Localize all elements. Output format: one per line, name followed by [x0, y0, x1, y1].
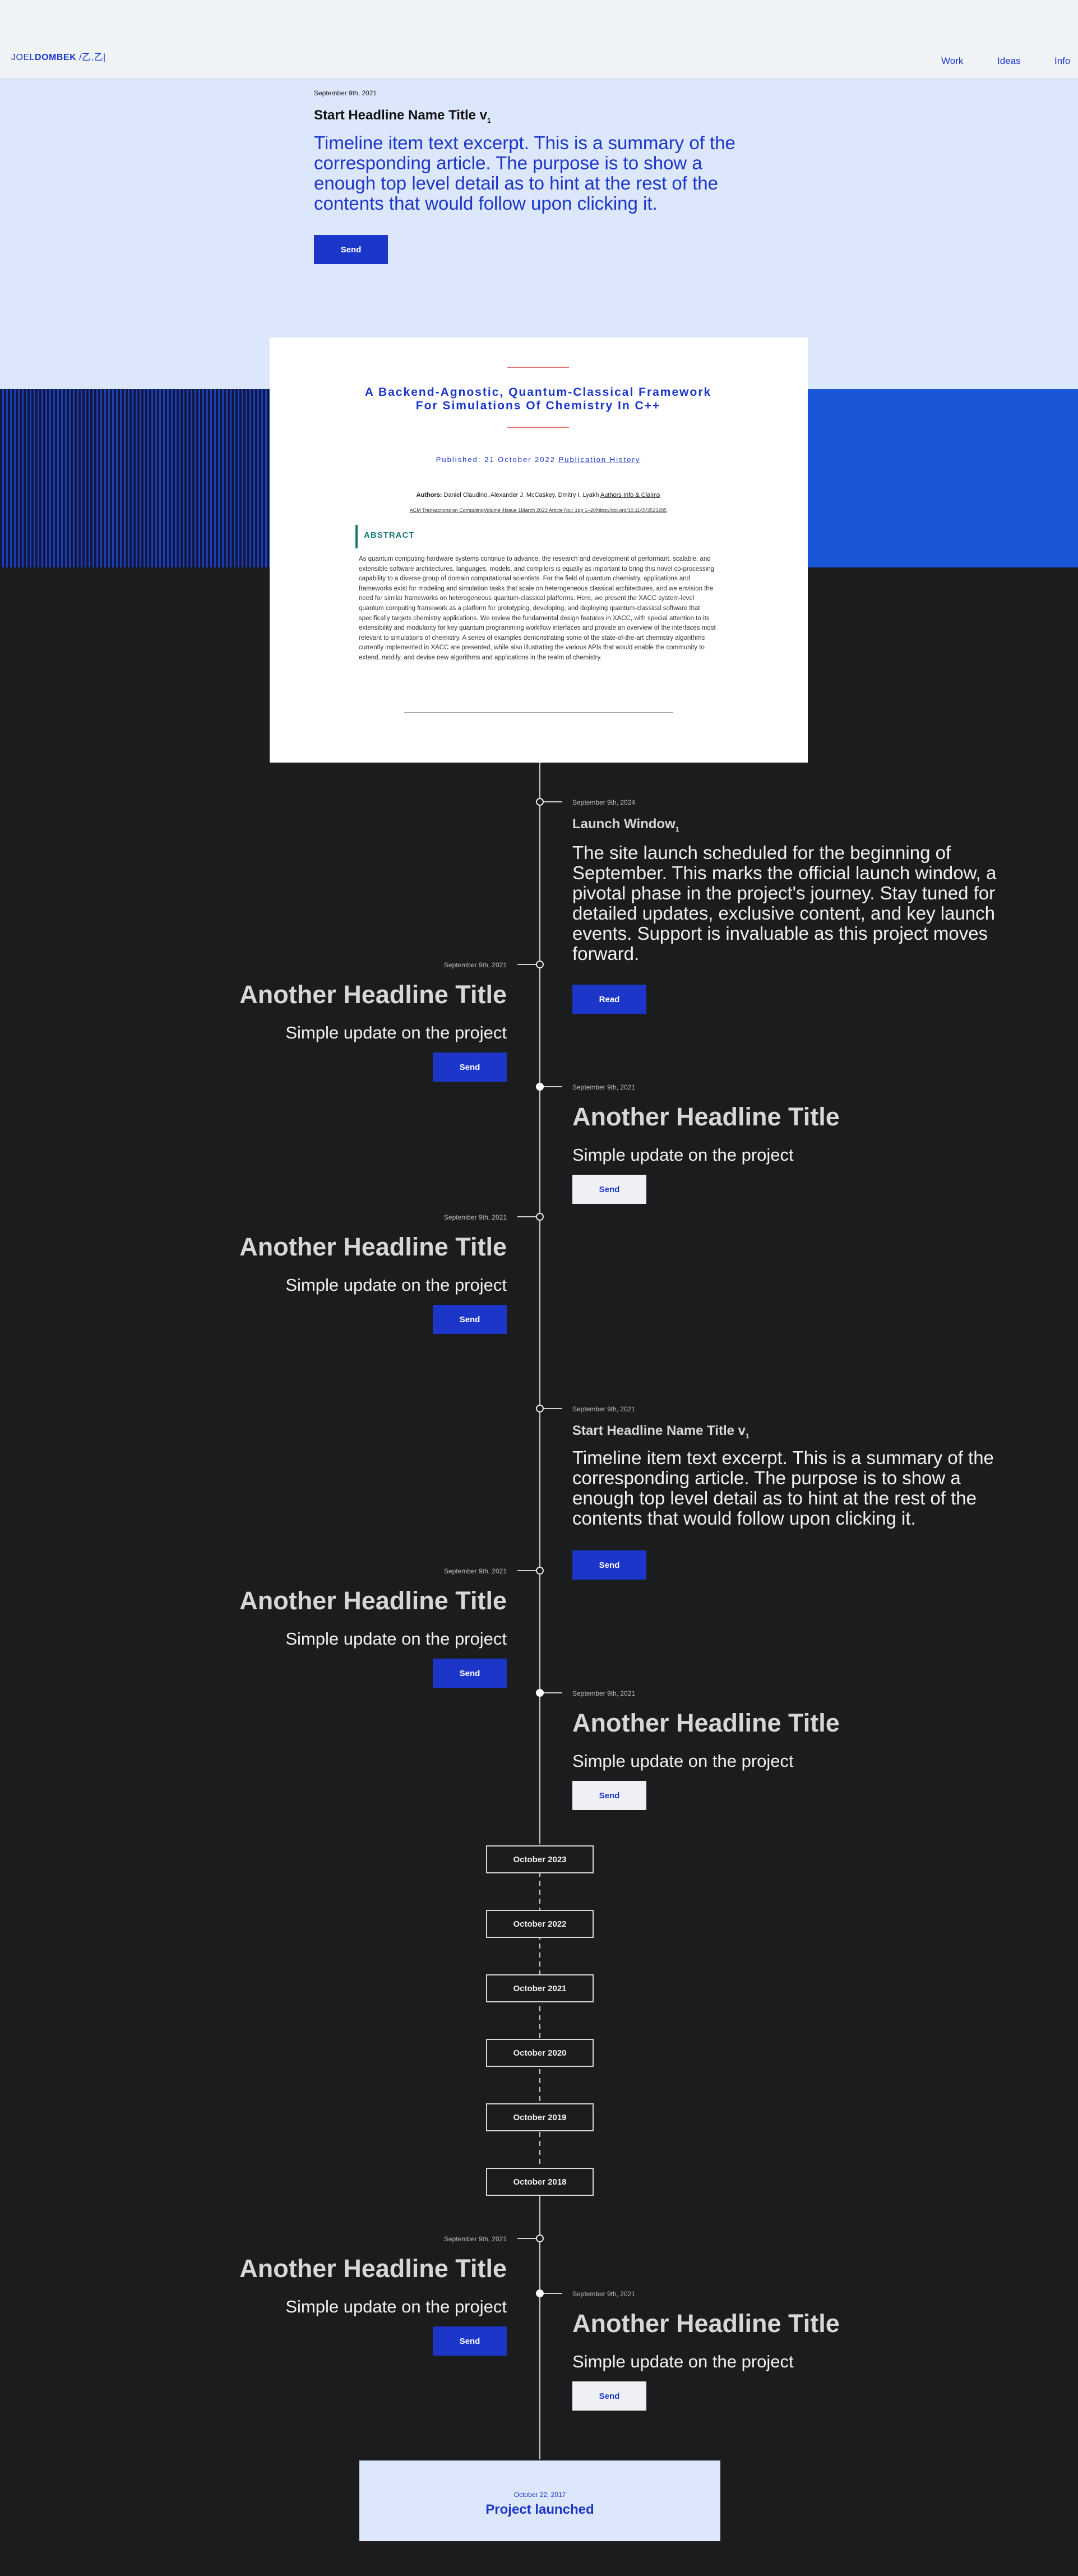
paper-title-rule: [507, 427, 569, 428]
timeline-node: [536, 1083, 544, 1091]
doi-link[interactable]: https://doi.org/10.1145/3523285: [596, 507, 667, 513]
abstract-accent-bar: [355, 525, 358, 548]
item-send-button[interactable]: Send: [572, 2381, 646, 2411]
item-date: September 9th, 2021: [572, 2290, 636, 2298]
timeline-node: [536, 1689, 544, 1697]
intro-date: September 9th, 2021: [314, 89, 377, 97]
item-headline: Another Headline Title: [572, 2309, 840, 2338]
timeline-node: [536, 1213, 544, 1221]
item-send-button[interactable]: Send: [572, 1175, 646, 1204]
launch-title: Launch Window1: [572, 816, 679, 833]
item-date: September 9th, 2021: [443, 1213, 507, 1221]
site-logo[interactable]: JOELDOMBEK /乙,乙|: [11, 49, 106, 63]
item-headline: Another Headline Title: [239, 1232, 507, 1261]
project-launched-date: October 22, 2017: [513, 2491, 566, 2499]
item-send-button[interactable]: Send: [433, 1659, 507, 1688]
item-headline: Another Headline Title: [572, 1709, 840, 1737]
nav-link-work[interactable]: Work: [941, 56, 963, 67]
item-send-button[interactable]: Send: [572, 1781, 646, 1810]
paper-bottom-rule: [404, 712, 673, 713]
publication-history-link[interactable]: Publication History: [559, 455, 641, 464]
blue-band-right: [808, 389, 1078, 567]
item-subtitle: Simple update on the project: [572, 1751, 794, 1771]
project-launched-title: Project launched: [485, 2502, 594, 2517]
authors-info-link[interactable]: Authors Info & Claims: [600, 492, 660, 498]
item-title: Start Headline Name Title v1: [572, 1423, 749, 1440]
intro-title-version: 1: [487, 116, 491, 124]
item-subtitle: Simple update on the project: [285, 1023, 507, 1042]
site-header: [0, 0, 1078, 79]
project-launched-panel: [359, 2460, 720, 2541]
item-headline: Another Headline Title: [239, 2254, 507, 2283]
timeline-node: [536, 1567, 544, 1575]
paper-published: Published: 21 October 2022 Publication H…: [436, 455, 641, 464]
item-headline: Another Headline Title: [239, 1586, 507, 1615]
paper-top-rule: [507, 367, 569, 368]
item-send-button[interactable]: Send: [433, 2326, 507, 2356]
launch-date: September 9th, 2024: [572, 798, 636, 806]
paper-authors: Authors: Daniel Claudino, Alexander J. M…: [416, 492, 660, 498]
launch-read-button[interactable]: Read: [572, 985, 646, 1014]
striped-band-left: [0, 389, 270, 567]
year-marker-2020[interactable]: October 2020: [486, 2039, 594, 2067]
item-subtitle: Simple update on the project: [285, 1629, 507, 1649]
year-marker-2018[interactable]: October 2018: [486, 2168, 594, 2196]
item-subtitle: Simple update on the project: [285, 1275, 507, 1295]
year-marker-2023[interactable]: October 2023: [486, 1845, 594, 1873]
timeline-axis: [539, 763, 540, 1844]
item-date: September 9th, 2021: [443, 2235, 507, 2243]
abstract-text: As quantum computing hardware systems co…: [359, 556, 716, 661]
intro-excerpt: Timeline item text excerpt. This is a su…: [314, 132, 735, 214]
year-marker-2019[interactable]: October 2019: [486, 2103, 594, 2131]
logo-glyph: /乙,乙|: [79, 53, 106, 62]
item-subtitle: Simple update on the project: [285, 2297, 507, 2316]
item-headline: Another Headline Title: [239, 980, 507, 1009]
item-date: September 9th, 2021: [572, 1689, 636, 1697]
timeline-node: [536, 961, 544, 968]
item-send-button[interactable]: Send: [572, 1550, 646, 1580]
timeline-node: [536, 798, 544, 806]
item-excerpt: Timeline item text excerpt. This is a su…: [572, 1447, 994, 1529]
paper-title: A Backend-Agnostic, Quantum-Classical Fr…: [364, 386, 712, 412]
launch-text: The site launch scheduled for the beginn…: [572, 842, 997, 964]
item-send-button[interactable]: Send: [433, 1305, 507, 1334]
year-marker-2021[interactable]: October 2021: [486, 1974, 594, 2002]
abstract-heading: ABSTRACT: [364, 530, 415, 540]
item-date: September 9th, 2021: [572, 1405, 636, 1413]
logo-last-name: DOMBEK: [35, 53, 77, 62]
timeline-node: [536, 1405, 544, 1412]
paper-journal: ACM Transactions on ComputingVolume 4Iss…: [409, 507, 667, 513]
item-headline: Another Headline Title: [572, 1102, 840, 1131]
intro-send-button[interactable]: Send: [314, 235, 388, 264]
logo-first-name: JOEL: [11, 53, 35, 62]
item-date: September 9th, 2021: [443, 961, 507, 969]
nav-link-ideas[interactable]: Ideas: [997, 56, 1021, 67]
intro-title: Start Headline Name Title v1: [314, 108, 491, 124]
timeline-node: [536, 2289, 544, 2297]
journal-link[interactable]: ACM Transactions on Computing: [410, 507, 484, 513]
timeline-axis-end: [539, 2181, 540, 2459]
timeline-node: [536, 2235, 544, 2242]
item-subtitle: Simple update on the project: [572, 1145, 794, 1165]
item-subtitle: Simple update on the project: [572, 2352, 794, 2371]
year-marker-2022[interactable]: October 2022: [486, 1910, 594, 1938]
item-date: September 9th, 2021: [443, 1567, 507, 1575]
nav-link-info[interactable]: Info: [1054, 56, 1070, 67]
item-send-button[interactable]: Send: [433, 1052, 507, 1082]
item-date: September 9th, 2021: [572, 1083, 636, 1091]
